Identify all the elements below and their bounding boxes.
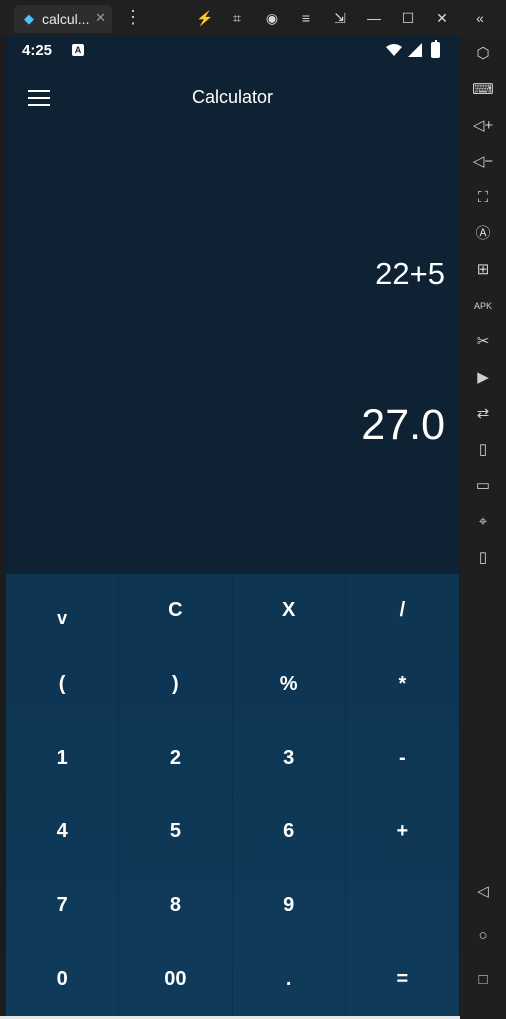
close-paren-key[interactable]: ) [119,647,233,722]
hamburger-icon[interactable]: ≡ [295,8,317,28]
account-icon[interactable]: ◉ [261,8,283,28]
minimize-icon[interactable]: — [363,8,385,28]
close-icon[interactable]: ✕ [431,8,453,28]
cut-icon[interactable]: ✂ [470,331,496,353]
percent-key[interactable]: % [233,647,346,722]
empty-key [346,869,459,943]
add-window-icon[interactable]: ⊞ [470,259,496,281]
key-8[interactable]: 8 [119,868,233,943]
resize-icon[interactable]: ⇲ [329,8,351,28]
screenshot-icon[interactable]: ⛶ [470,187,496,209]
lightning-icon[interactable]: ⚡ [194,8,216,28]
more-options-icon[interactable]: ⋮ [124,8,142,26]
notification-badge: A [72,44,84,56]
app-tab[interactable]: ◆ calcul... ✕ [14,5,112,33]
transfer-icon[interactable]: ⇄ [470,403,496,425]
vibrate-icon[interactable]: ▯ [470,439,496,461]
open-paren-key[interactable]: ( [6,647,120,722]
folder-icon[interactable]: ▭ [470,475,496,497]
minus-key[interactable]: - [346,721,459,795]
maximize-icon[interactable]: ☐ [397,8,419,28]
key-5[interactable]: 5 [119,794,233,869]
key-3[interactable]: 3 [233,721,346,795]
hexagon-icon[interactable]: ⬡ [470,43,496,65]
home-icon[interactable]: ○ [470,925,496,947]
battery-icon [431,40,440,58]
decimal-key[interactable]: . [233,942,346,1016]
collapse-icon[interactable]: « [469,8,491,28]
key-7[interactable]: 7 [6,868,120,943]
device-screen: 4:25 A Calculator 22+5 27.0 v C X / ( ) … [6,36,459,1016]
title-bar: ◆ calcul... ✕ ⋮ ⚡ ⌗ ◉ ≡ ⇲ — ☐ ✕ « [0,0,506,36]
keypad: v C X / ( ) % * 1 2 3 - 4 5 6 + 7 8 9 0 … [6,574,459,1016]
equals-key[interactable]: = [346,942,459,1016]
gamepad-icon[interactable]: ⌗ [226,8,248,28]
collapse-key[interactable]: v [6,574,120,648]
key-00[interactable]: 00 [119,942,233,1016]
plus-key[interactable]: + [346,795,459,869]
app-bar: Calculator [6,64,459,134]
page-title: Calculator [191,87,274,107]
tab-title: calcul... [42,11,90,27]
rotate-icon[interactable]: Ⓐ [470,223,496,245]
backspace-key[interactable]: X [233,574,346,648]
tab-close-button[interactable]: ✕ [95,10,106,26]
status-time: 4:25 [22,42,53,59]
expression-display: 22+5 [375,256,445,291]
emulator-sidebar: ⬡ ⌨ ◁+ ◁− ⛶ Ⓐ ⊞ APK ✂ ▶ ⇄ ▯ ▭ ⌖ ▯ ◁ ○ □ [460,36,506,1019]
wifi-icon [386,44,402,56]
signal-icon [408,43,422,57]
emulator-window: ◆ calcul... ✕ ⋮ ⚡ ⌗ ◉ ≡ ⇲ — ☐ ✕ « ⬡ ⌨ ◁+… [0,0,506,1019]
key-2[interactable]: 2 [119,721,233,795]
key-1[interactable]: 1 [6,721,120,795]
clear-key[interactable]: C [119,574,233,648]
keyboard-icon[interactable]: ⌨ [470,79,496,101]
location-icon[interactable]: ⌖ [470,511,496,533]
key-9[interactable]: 9 [233,868,346,943]
back-icon[interactable]: ◁ [470,881,496,903]
shake-icon[interactable]: ▯ [470,547,496,569]
key-4[interactable]: 4 [6,794,120,869]
apk-icon[interactable]: APK [470,295,496,317]
result-display: 27.0 [361,401,445,449]
multiply-key[interactable]: * [346,648,459,722]
volume-up-icon[interactable]: ◁+ [470,115,496,137]
recents-icon[interactable]: □ [470,969,496,991]
media-icon[interactable]: ▶ [470,367,496,389]
status-bar: 4:25 A [6,36,459,64]
divide-key[interactable]: / [346,574,459,648]
volume-down-icon[interactable]: ◁− [470,151,496,173]
key-0[interactable]: 0 [6,942,120,1016]
flutter-icon: ◆ [24,11,34,26]
key-6[interactable]: 6 [233,794,346,869]
